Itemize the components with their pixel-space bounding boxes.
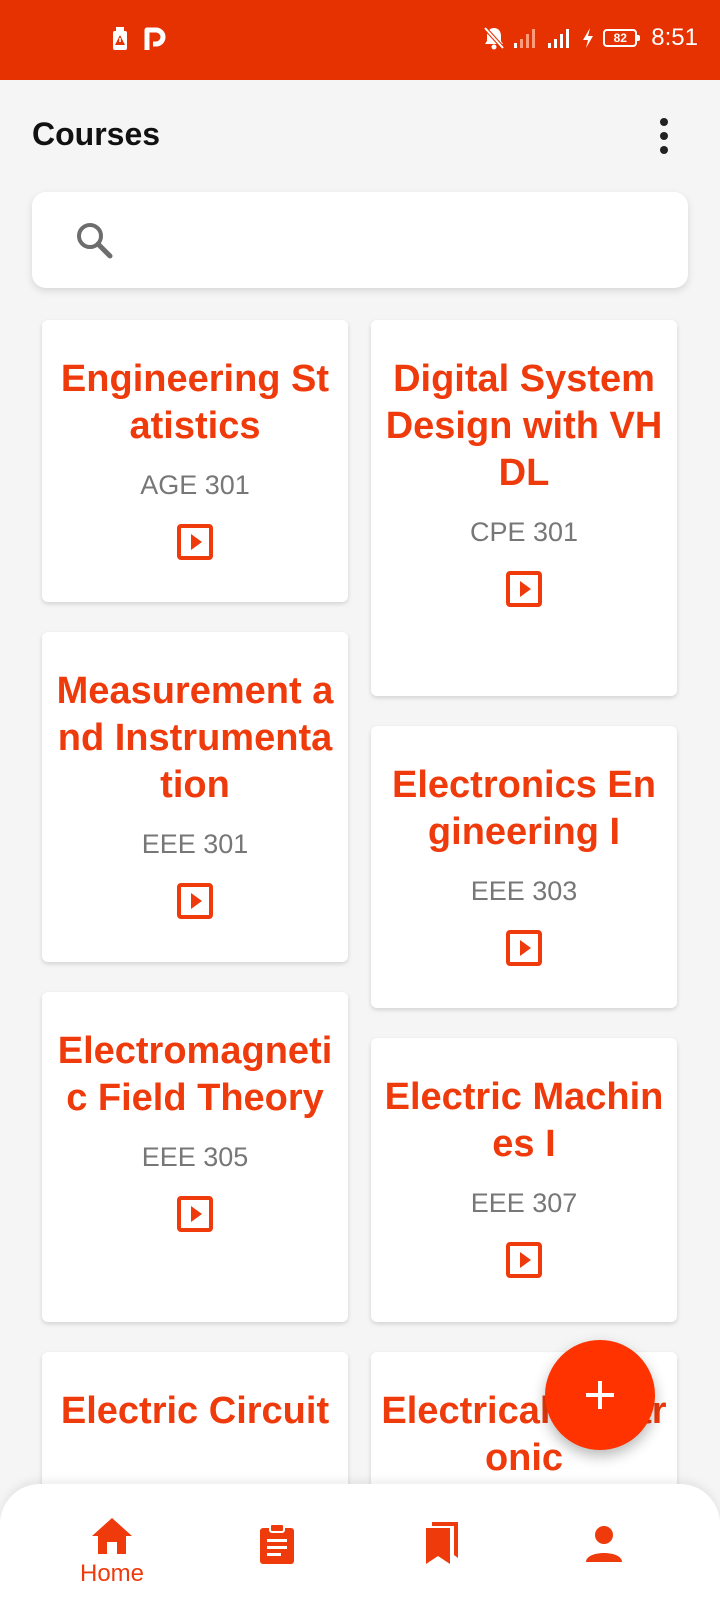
course-code: AGE 301 <box>140 470 250 500</box>
signal-icon <box>514 29 536 48</box>
bell-off-icon <box>483 26 505 50</box>
bottom-nav: Home <box>0 1484 720 1600</box>
status-time: 8:51 <box>651 24 698 51</box>
course-title: Electric Circuit <box>60 1390 330 1432</box>
person-icon <box>586 1526 622 1562</box>
nav-item-profile[interactable] <box>514 1484 694 1600</box>
course-title: Electronics Engineering I <box>392 764 656 853</box>
add-course-button[interactable] <box>545 1340 655 1450</box>
play-icon[interactable] <box>505 570 543 608</box>
play-icon[interactable] <box>505 929 543 967</box>
search-icon <box>77 223 113 259</box>
app-header: Courses <box>0 80 720 190</box>
status-left-icons <box>110 26 166 52</box>
nav-item-bookmarks[interactable] <box>352 1484 532 1600</box>
course-code: EEE 305 <box>141 1142 249 1172</box>
play-icon[interactable] <box>505 1241 543 1279</box>
gallery-alert-icon <box>113 27 127 50</box>
assignment-icon <box>260 1523 294 1564</box>
course-code: CPE 301 <box>469 517 579 547</box>
page-title: Courses <box>32 116 161 152</box>
home-icon <box>92 1518 132 1554</box>
bookmarks-icon <box>426 1522 458 1564</box>
charging-icon <box>583 28 594 48</box>
course-title: Engineering Statistics <box>60 358 330 447</box>
course-title: Digital System Design with VHDL <box>385 358 663 494</box>
play-icon[interactable] <box>176 882 214 920</box>
signal-icon-2 <box>548 29 570 48</box>
course-card[interactable]: Electric Machines I EEE 307 <box>371 1038 677 1322</box>
course-card[interactable]: Electronics Engineering I EEE 303 <box>371 726 677 1008</box>
nav-label-home: Home <box>79 1560 145 1587</box>
battery-level: 82 <box>613 31 627 45</box>
status-right-icons: 82 8:51 <box>483 24 698 52</box>
play-icon[interactable] <box>176 1195 214 1233</box>
course-code: EEE 303 <box>470 876 578 906</box>
search-bar[interactable] <box>32 192 688 288</box>
nav-item-assignments[interactable] <box>187 1484 367 1600</box>
more-vert-icon[interactable] <box>652 116 676 156</box>
course-title: Electric Machines I <box>384 1076 664 1165</box>
course-code: EEE 301 <box>141 829 249 859</box>
course-card[interactable]: Electromagnetic Field Theory EEE 305 <box>42 992 348 1322</box>
course-card[interactable]: Engineering Statistics AGE 301 <box>42 320 348 602</box>
course-card[interactable]: Digital System Design with VHDL CPE 301 <box>371 320 677 696</box>
status-bar: 82 8:51 <box>0 0 720 80</box>
course-title: Electromagnetic Field Theory <box>57 1030 333 1119</box>
course-card[interactable]: Measurement and Instrumentation EEE 301 <box>42 632 348 962</box>
battery-icon: 82 <box>603 29 641 47</box>
course-code: EEE 307 <box>470 1188 578 1218</box>
search-input[interactable] <box>132 214 662 266</box>
course-title: Measurement and Instrumentation <box>56 670 334 806</box>
add-icon <box>586 1381 614 1409</box>
play-icon[interactable] <box>176 523 214 561</box>
nav-item-home[interactable]: Home <box>22 1484 202 1600</box>
p-app-icon <box>144 27 166 50</box>
